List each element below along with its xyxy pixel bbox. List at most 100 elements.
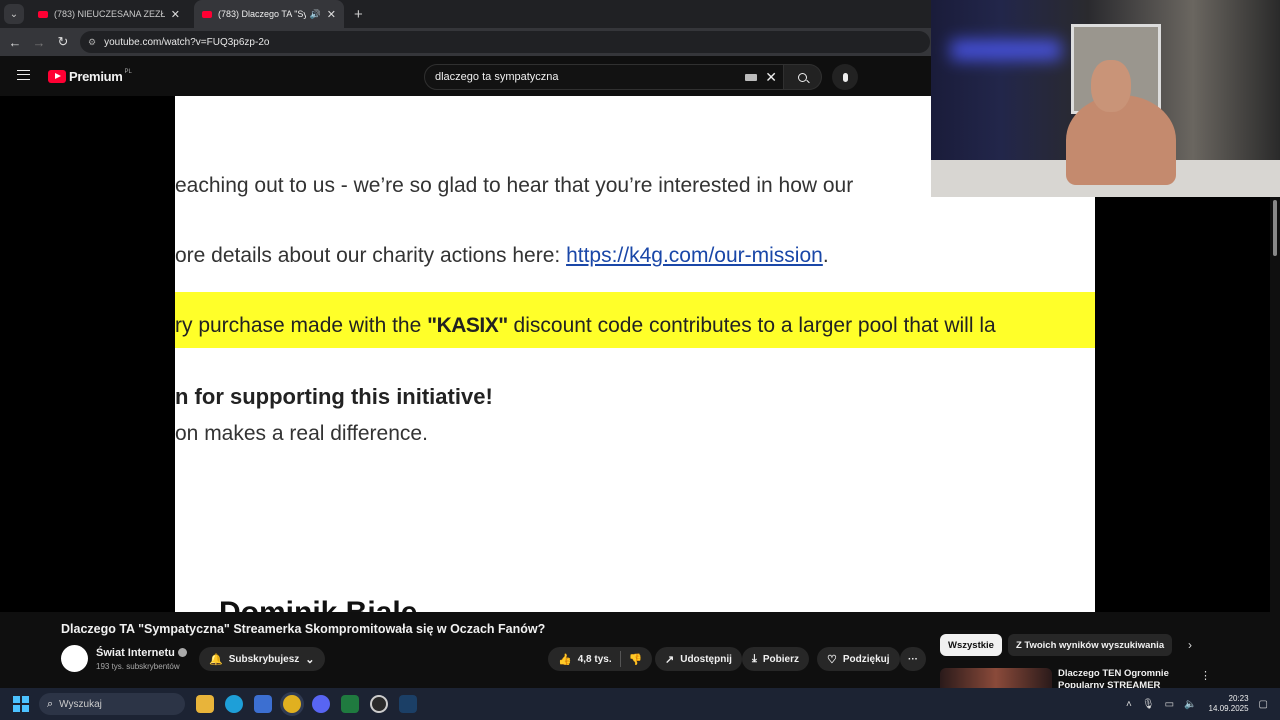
tab-search-chevron-icon[interactable]: ⌄ (4, 4, 24, 24)
store-icon[interactable] (254, 695, 272, 713)
youtube-logo[interactable]: Premium PL (48, 69, 132, 84)
microphone-icon[interactable]: 🎙 (1142, 699, 1155, 710)
chevron-up-icon[interactable]: ˄ (1126, 699, 1132, 710)
notifications-icon[interactable]: ▢ (1259, 699, 1268, 710)
dislike-icon[interactable]: 👎 (629, 653, 643, 666)
slide-line-2-text: ore details about our charity actions he… (175, 244, 567, 267)
discord-icon[interactable] (312, 695, 330, 713)
chip-from-search[interactable]: Z Twoich wyników wyszukiwania (1007, 634, 1173, 656)
heart-dollar-icon: ♡ (827, 653, 837, 666)
screen: ⌄ (783) NIEUCZESANA ZEZŁOMO ✕ (783) Dlac… (0, 0, 1280, 720)
mission-link: https://k4g.com/our-mission (566, 244, 823, 267)
tab-title: (783) NIEUCZESANA ZEZŁOMO (54, 9, 165, 19)
time: 20:23 (1228, 694, 1249, 703)
taskbar-search-placeholder: Wyszukaj (59, 698, 102, 710)
slide-line-2-suffix: . (822, 244, 829, 267)
speaker-icon[interactable]: 🔊 (310, 9, 321, 20)
slide-line-3-suffix: discount code contributes to a larger po… (507, 314, 996, 337)
verified-icon (177, 648, 187, 657)
subscribe-label: Subskrybujesz (228, 653, 300, 665)
like-dislike-group: 👍 4,8 tys. 👎 (548, 647, 653, 671)
windows-start-icon[interactable] (13, 696, 29, 712)
new-tab-button[interactable]: + (354, 6, 363, 23)
tab-title: (783) Dlaczego TA "Sympat (218, 9, 306, 19)
keyboard-icon[interactable] (745, 74, 757, 81)
country-code: PL (124, 69, 132, 75)
obs-icon[interactable] (370, 695, 388, 713)
streamer-webcam-overlay (931, 0, 1280, 197)
close-tab-icon[interactable]: ✕ (327, 8, 336, 21)
slide-line-5: on makes a real difference. (175, 422, 428, 445)
youtube-play-icon (48, 70, 66, 83)
subscribe-button[interactable]: 🔔 Subskrybujesz ⌄ (199, 647, 325, 671)
bell-icon: 🔔 (209, 653, 223, 666)
browser-tab-1[interactable]: (783) NIEUCZESANA ZEZŁOMO ✕ (30, 0, 188, 28)
like-count[interactable]: 4,8 tys. (578, 654, 612, 665)
menu-icon[interactable] (17, 70, 30, 80)
more-icon: ··· (908, 653, 918, 665)
subscriber-count: 193 tys. subskrybentów (96, 662, 180, 671)
slide-line-4: n for supporting this initiative! (175, 384, 493, 409)
steam-icon[interactable] (399, 695, 417, 713)
system-tray: ˄ 🎙 ▭ 🔈 20:23 14.09.2025 ▢ (1116, 688, 1268, 720)
more-vertical-icon[interactable]: ⋮ (1200, 669, 1211, 682)
download-icon: ⤓ (752, 652, 757, 665)
search-icon: ⌕ (47, 697, 54, 710)
slide-signature: Dominik Biale (219, 596, 417, 612)
search-value: dlaczego ta sympatyczna (435, 71, 559, 83)
search-input[interactable]: dlaczego ta sympatyczna ✕ (424, 64, 784, 90)
voice-search-button[interactable] (832, 64, 858, 90)
page-scrollbar[interactable] (1270, 197, 1280, 687)
search-button[interactable] (784, 64, 822, 90)
led-glow (951, 40, 1061, 60)
share-icon: ↗ (665, 653, 675, 666)
divider (619, 651, 621, 667)
share-button[interactable]: ↗ Udostępnij (655, 647, 742, 671)
reload-icon[interactable]: ↻ (51, 34, 75, 50)
chrome-icon[interactable] (283, 695, 301, 713)
thanks-button[interactable]: ♡ Podziękuj (817, 647, 900, 671)
edge-icon[interactable] (225, 695, 243, 713)
scrollbar-thumb[interactable] (1273, 200, 1277, 256)
channel-name[interactable]: Świat Internetu (96, 647, 175, 659)
slide-line-3-prefix: ry purchase made with the (175, 314, 428, 337)
clock[interactable]: 20:23 14.09.2025 (1209, 694, 1249, 714)
streamer-head (1091, 60, 1131, 112)
date: 14.09.2025 (1208, 704, 1249, 713)
slide-line-3: ry purchase made with the "KASIX" discou… (175, 314, 996, 338)
more-actions-button[interactable]: ··· (900, 647, 926, 671)
logo-text: Premium (69, 69, 123, 84)
like-icon[interactable]: 👍 (558, 653, 572, 666)
browser-tab-2[interactable]: (783) Dlaczego TA "Sympat 🔊 ✕ (194, 0, 344, 28)
forward-arrow-icon[interactable]: → (27, 35, 51, 50)
youtube-favicon-icon (38, 10, 48, 18)
slide-line-1: eaching out to us - we’re so glad to hea… (175, 174, 854, 197)
url-text: youtube.com/watch?v=FUQ3p6zp-2o (104, 36, 270, 48)
clear-search-icon[interactable]: ✕ (765, 69, 777, 86)
file-explorer-icon[interactable] (196, 695, 214, 713)
channel-avatar[interactable] (61, 645, 88, 672)
thanks-label: Podziękuj (842, 653, 890, 665)
taskbar-search[interactable]: ⌕ Wyszukaj (39, 693, 185, 715)
site-settings-icon[interactable]: ⚙ (88, 37, 96, 48)
recommended-title[interactable]: Dlaczego TEN Ogromnie Popularny STREAMER… (1058, 668, 1188, 688)
address-bar[interactable]: ⚙ youtube.com/watch?v=FUQ3p6zp-2o (80, 31, 930, 53)
channel-name-row[interactable]: Świat Internetu (96, 647, 187, 659)
microphone-icon (842, 72, 848, 82)
excel-icon[interactable] (341, 695, 359, 713)
download-button[interactable]: ⤓ Pobierz (742, 647, 809, 671)
volume-icon[interactable]: 🔈 (1184, 699, 1196, 710)
slide-line-2: ore details about our charity actions he… (175, 244, 829, 268)
discount-code: "KASIX" (427, 314, 508, 337)
recommendation-chips: Wszystkie Z Twoich wyników wyszukiwania (940, 634, 1178, 656)
chip-all[interactable]: Wszystkie (940, 634, 1002, 656)
recommended-thumbnail[interactable] (940, 668, 1052, 688)
windows-taskbar: ⌕ Wyszukaj ˄ 🎙 ▭ 🔈 20:23 14.09.2025 ▢ (0, 688, 1280, 720)
close-tab-icon[interactable]: ✕ (171, 8, 180, 21)
youtube-favicon-icon (202, 10, 212, 18)
chevron-right-icon[interactable]: › (1188, 638, 1192, 652)
back-arrow-icon[interactable]: ← (3, 35, 27, 50)
download-label: Pobierz (762, 653, 799, 665)
network-icon[interactable]: ▭ (1165, 699, 1174, 710)
chevron-down-icon: ⌄ (305, 653, 315, 666)
